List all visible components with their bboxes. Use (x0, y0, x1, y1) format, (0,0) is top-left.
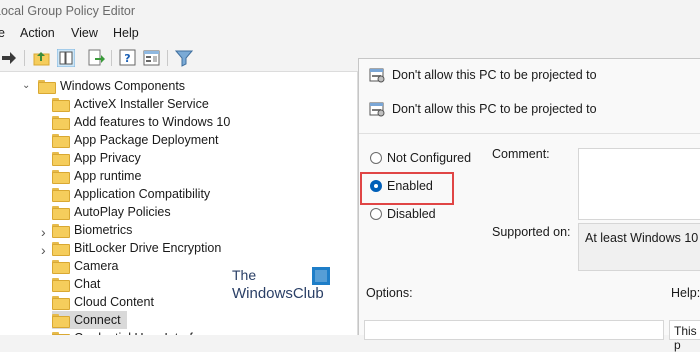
policy-name: Don't allow this PC to be projected to (392, 102, 597, 116)
tree-item-windows-components[interactable]: Windows Components (38, 77, 185, 95)
folder-icon (52, 170, 70, 184)
help-text: This p (674, 324, 697, 352)
radio-button[interactable] (370, 152, 382, 164)
filter-icon[interactable] (175, 49, 193, 67)
menu-bar: e Action View Help (0, 22, 700, 44)
menu-view[interactable]: View (71, 26, 98, 40)
chevron-right-icon[interactable]: › (41, 242, 46, 258)
policy-setting-icon (369, 102, 385, 117)
window-title: Local Group Policy Editor (0, 4, 136, 18)
help-icon[interactable]: ? (119, 49, 137, 67)
dialog-title: Don't allow this PC to be projected to (392, 68, 597, 82)
watermark-line2: WindowsClub (232, 285, 324, 302)
tree-item[interactable]: Credential User Interface (52, 329, 213, 335)
tree-item-label: BitLocker Drive Encryption (74, 241, 222, 255)
folder-icon (52, 188, 70, 202)
toolbar-separator (24, 50, 25, 66)
title-bar: Local Group Policy Editor (0, 0, 700, 22)
tree-item-label: Cloud Content (74, 295, 154, 309)
tree-item[interactable]: App runtime (52, 167, 141, 185)
comment-label: Comment: (492, 147, 550, 161)
tree-item-label: Credential User Interface (74, 331, 213, 335)
radio-disabled[interactable]: Disabled (370, 207, 436, 221)
watermark: The WindowsClub (232, 267, 342, 307)
tree-item-label: AutoPlay Policies (74, 205, 171, 219)
options-panel (364, 320, 664, 340)
tree-item-label: Application Compatibility (74, 187, 211, 201)
tree-item-label: App Package Deployment (74, 133, 219, 147)
tree-item-label: App Privacy (74, 151, 141, 165)
chevron-down-icon[interactable]: ⌄ (22, 80, 30, 91)
policy-name-row: Don't allow this PC to be projected to (369, 101, 597, 117)
tree-item[interactable]: App Package Deployment (52, 131, 219, 149)
tree-item-label: Connect (74, 313, 121, 327)
tree-item-label: Add features to Windows 10 (74, 115, 231, 129)
tree-item[interactable]: AutoPlay Policies (52, 203, 171, 221)
tree-item-label: Chat (74, 277, 101, 291)
tree-item-label: Biometrics (74, 223, 133, 237)
up-folder-icon[interactable] (33, 49, 51, 67)
watermark-line1: The (232, 267, 257, 283)
highlight-box (360, 172, 454, 205)
tree-item[interactable]: App Privacy (52, 149, 141, 167)
folder-icon (52, 116, 70, 130)
tree-item[interactable]: BitLocker Drive Encryption (52, 239, 221, 257)
folder-icon (52, 260, 70, 274)
radio-label: Not Configured (387, 151, 472, 165)
comment-textarea[interactable] (578, 148, 700, 220)
radio-not-configured[interactable]: Not Configured (370, 151, 471, 165)
folder-icon (52, 152, 70, 166)
svg-text:?: ? (124, 52, 130, 65)
tree-item[interactable]: Biometrics (52, 221, 132, 239)
chevron-right-icon[interactable]: › (41, 224, 46, 240)
tree-item[interactable]: Camera (52, 257, 118, 275)
toolbar-separator (167, 50, 168, 66)
folder-icon (52, 134, 70, 148)
supported-on-field: At least Windows 10 (578, 223, 700, 271)
tree-item[interactable]: Application Compatibility (52, 185, 210, 203)
radio-button[interactable] (370, 208, 382, 220)
tree-item-label: Windows Components (60, 79, 186, 93)
folder-icon (52, 224, 70, 238)
folder-icon (38, 80, 56, 94)
tree-item-label: Camera (74, 259, 119, 273)
folder-icon (52, 242, 70, 256)
dialog-title-bar: Don't allow this PC to be projected to (369, 67, 597, 83)
supported-on-label: Supported on: (492, 225, 571, 239)
menu-action[interactable]: Action (20, 26, 55, 40)
help-label: Help: (671, 286, 700, 300)
tree-item-label: ActiveX Installer Service (74, 97, 209, 111)
supported-on-value: At least Windows 10 (585, 231, 699, 245)
radio-label: Disabled (387, 207, 436, 221)
tree-item[interactable]: Add features to Windows 10 (52, 113, 230, 131)
show-hide-tree-icon[interactable] (57, 49, 75, 67)
menu-file[interactable]: e (0, 26, 5, 40)
folder-icon (52, 296, 70, 310)
options-label: Options: (366, 286, 413, 300)
menu-help[interactable]: Help (113, 26, 139, 40)
tree-item[interactable]: Cloud Content (52, 293, 154, 311)
folder-icon (52, 98, 70, 112)
export-list-icon[interactable] (87, 49, 105, 67)
policy-setting-icon (369, 68, 385, 83)
properties-icon[interactable] (143, 49, 161, 67)
watermark-logo-icon (312, 267, 330, 285)
toolbar-separator (111, 50, 112, 66)
folder-icon (52, 314, 70, 328)
tree-item-label: App runtime (74, 169, 142, 183)
folder-icon (52, 278, 70, 292)
tree-item[interactable]: Chat (52, 275, 100, 293)
tree-item[interactable]: ActiveX Installer Service (52, 95, 209, 113)
dialog-header: Don't allow this PC to be projected to (359, 92, 700, 134)
forward-arrow-icon[interactable] (0, 49, 18, 67)
folder-icon (52, 206, 70, 220)
tree-item[interactable]: Connect (52, 311, 127, 329)
help-panel: This p (669, 320, 700, 352)
